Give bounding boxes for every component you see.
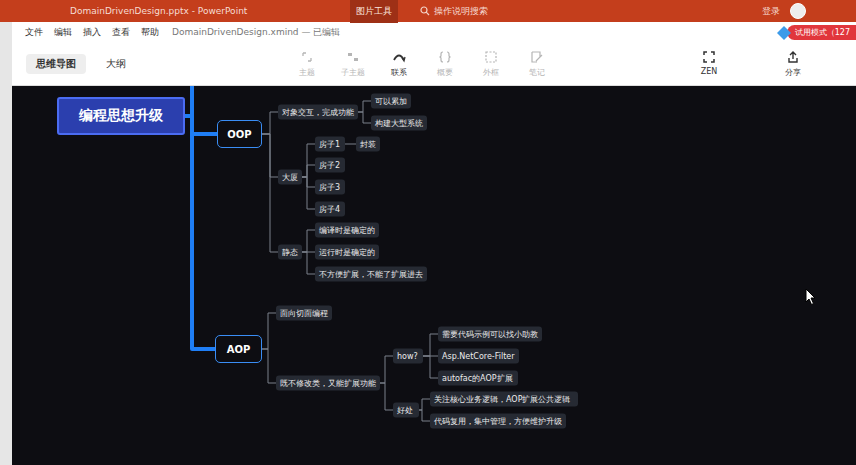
avatar-icon[interactable]	[790, 3, 806, 19]
relationship-icon	[392, 50, 406, 64]
topic-node[interactable]: autofac的AOP扩展	[438, 371, 518, 386]
context-tab[interactable]: 图片工具	[350, 0, 398, 23]
share-icon	[786, 50, 800, 64]
document-name: DomainDrivenDesign.xmind — 已编辑	[172, 26, 340, 39]
menu-bar: 文件编辑插入查看帮助 DomainDrivenDesign.xmind — 已编辑…	[12, 22, 856, 42]
connector-line	[300, 230, 315, 252]
topic-node[interactable]: 房子2	[315, 158, 345, 173]
topic-icon	[300, 50, 314, 64]
topic-node[interactable]: 房子4	[315, 202, 345, 217]
connector-line	[262, 313, 276, 349]
topic-node[interactable]: 可以累加	[371, 94, 411, 109]
connector-lines	[12, 86, 856, 465]
trial-text: 试用模式（127	[787, 25, 856, 40]
tool-label: 联系	[391, 67, 407, 78]
trial-badge[interactable]: 试用模式（127	[777, 25, 856, 40]
topic-node[interactable]: Asp.NetCore-Filter	[438, 349, 519, 364]
toolbar: 思维导图大纲主题 子主题 联系 概要 外框 笔记 ZEN 分享	[12, 42, 856, 86]
summary-icon	[438, 50, 452, 64]
trunk-line	[190, 86, 194, 116]
menu-item[interactable]: 插入	[83, 26, 101, 39]
connector-line	[358, 101, 371, 112]
tool-label: 概要	[437, 67, 453, 78]
tool-button[interactable]: ZEN	[686, 50, 732, 78]
connector-line	[262, 112, 278, 134]
tool-label: 笔记	[529, 67, 545, 78]
topic-node[interactable]: 需要代码示例可以找小助教	[438, 327, 542, 342]
tool-button[interactable]: 子主题	[330, 50, 376, 78]
topic-node[interactable]: 编程思想升级	[57, 97, 185, 135]
topic-node[interactable]: 房子3	[315, 180, 345, 195]
connector-line	[423, 356, 438, 378]
tool-label: ZEN	[701, 67, 718, 76]
connector-line	[419, 410, 430, 421]
topic-node[interactable]: 关注核心业务逻辑，AOP扩展公共逻辑	[430, 392, 578, 407]
connector-line	[185, 116, 215, 349]
topic-node[interactable]: 代码复用，集中管理，方便维护升级	[430, 414, 566, 429]
mindmap-canvas[interactable]: 编程思想升级 OOP 对象交互，完成功能可以累加构建大型系统大厦 房子1 封装房子2 房子…	[12, 86, 856, 465]
topic-node[interactable]: 编译时是确定的	[315, 223, 379, 238]
topic-node[interactable]: 封装	[356, 137, 380, 152]
powerpoint-title-bar: DomainDrivenDesign.pptx - PowerPoint 图片工具…	[0, 0, 856, 22]
connector-line	[300, 144, 315, 177]
tool-button[interactable]: 主题	[284, 50, 330, 78]
screen: DomainDrivenDesign.pptx - PowerPoint 图片工具…	[0, 0, 856, 465]
connector-line	[300, 252, 315, 274]
view-tab[interactable]: 大纲	[96, 54, 136, 74]
topic-node[interactable]: 构建大型系统	[371, 116, 427, 131]
topic-node[interactable]: 好处	[393, 403, 419, 418]
tool-label: 外框	[483, 67, 499, 78]
diamond-icon	[777, 26, 791, 40]
powerpoint-title: DomainDrivenDesign.pptx - PowerPoint	[70, 6, 340, 16]
topic-node[interactable]: 静态	[278, 245, 302, 260]
topic-node[interactable]: 不方便扩展，不能了扩展进去	[315, 267, 427, 282]
search-icon	[420, 6, 430, 16]
account-link[interactable]: 登录	[762, 5, 780, 18]
tool-group: 主题 子主题 联系 概要 外框 笔记	[284, 50, 560, 78]
menu-item[interactable]: 查看	[112, 26, 130, 39]
connector-line	[300, 165, 315, 177]
topic-node[interactable]: how?	[393, 349, 423, 364]
connector-line	[380, 356, 393, 383]
zen-icon	[702, 50, 716, 64]
tool-button[interactable]: 笔记	[514, 50, 560, 78]
connector-line	[262, 349, 276, 383]
subtopic-icon	[346, 50, 360, 64]
topic-node[interactable]: 大厦	[278, 170, 302, 185]
search-box[interactable]: 操作说明搜索	[420, 5, 488, 18]
view-tabs: 思维导图大纲	[12, 54, 284, 74]
tool-button[interactable]: 外框	[468, 50, 514, 78]
menu-item[interactable]: 帮助	[141, 26, 159, 39]
right-tool-group: ZEN 分享	[686, 50, 816, 78]
topic-node[interactable]: OOP	[217, 120, 262, 148]
connector-line	[262, 134, 278, 252]
connector-line	[345, 144, 356, 145]
connector-line	[423, 334, 438, 356]
menu-item[interactable]: 编辑	[54, 26, 72, 39]
topic-node[interactable]: AOP	[215, 335, 262, 363]
tool-label: 分享	[785, 67, 801, 78]
topic-node[interactable]: 房子1	[315, 137, 345, 152]
tool-label: 子主题	[341, 67, 365, 78]
connector-line	[300, 177, 315, 209]
tool-button[interactable]: 联系	[376, 50, 422, 78]
topic-node[interactable]: 面向切面编程	[276, 306, 332, 321]
topic-node[interactable]: 既不修改类，又能扩展功能	[276, 376, 380, 391]
tool-button[interactable]: 分享	[770, 50, 816, 78]
note-icon	[530, 50, 544, 64]
connector-line	[380, 383, 393, 410]
mouse-cursor-icon	[805, 288, 817, 306]
view-tab[interactable]: 思维导图	[26, 54, 86, 74]
menu-item[interactable]: 文件	[25, 26, 43, 39]
connector-line	[358, 112, 371, 123]
connector-line	[419, 399, 430, 410]
tool-button[interactable]: 概要	[422, 50, 468, 78]
search-placeholder: 操作说明搜索	[434, 5, 488, 18]
boundary-icon	[484, 50, 498, 64]
topic-node[interactable]: 对象交互，完成功能	[278, 105, 358, 120]
tool-label: 主题	[299, 67, 315, 78]
xmind-window: 文件编辑插入查看帮助 DomainDrivenDesign.xmind — 已编辑…	[12, 22, 856, 465]
connector-line	[185, 116, 217, 134]
topic-node[interactable]: 运行时是确定的	[315, 245, 379, 260]
